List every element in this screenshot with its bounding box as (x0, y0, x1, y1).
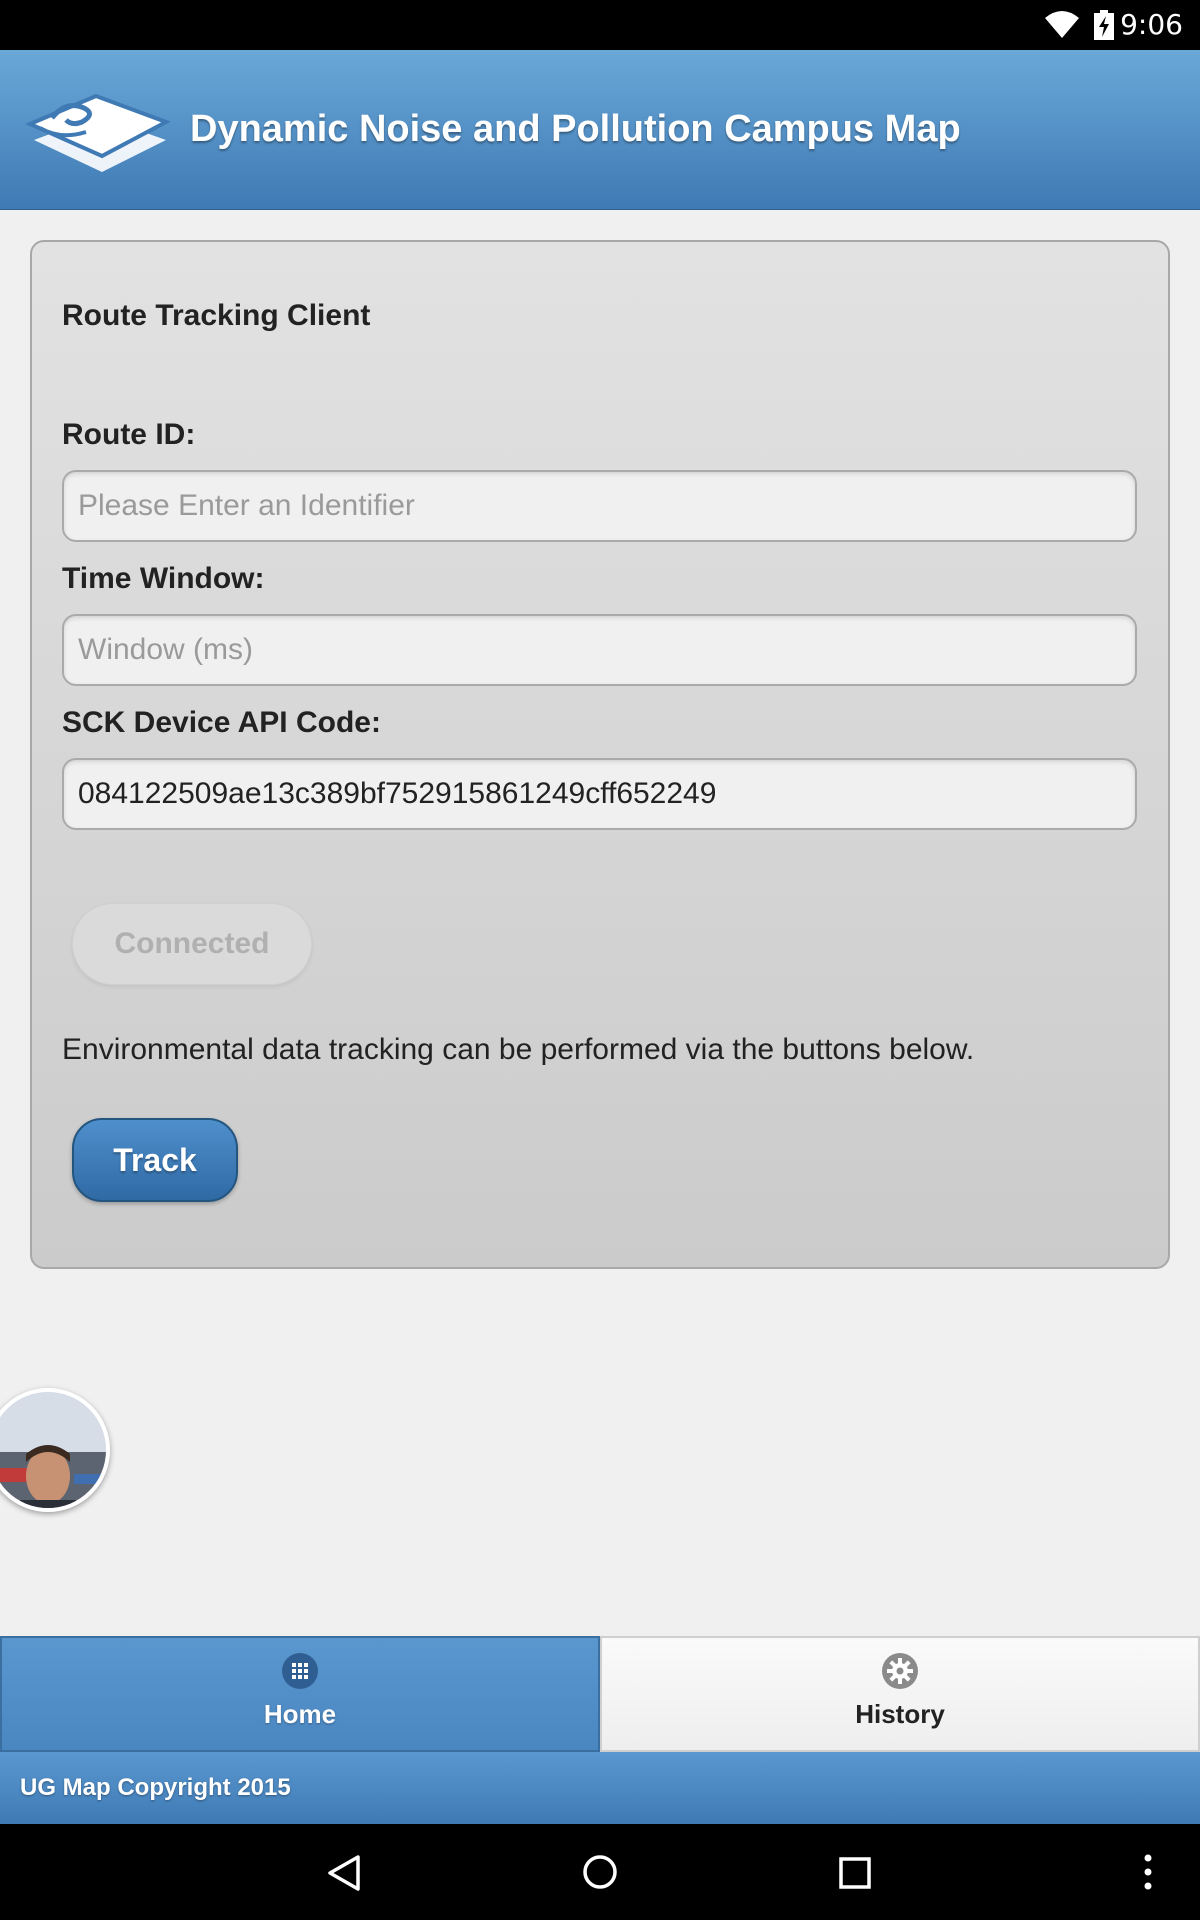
overflow-menu-icon[interactable] (1140, 1852, 1156, 1892)
home-circle-icon[interactable] (582, 1854, 618, 1890)
time-window-input[interactable] (62, 614, 1137, 686)
tab-home[interactable]: Home (0, 1636, 600, 1752)
gear-icon (882, 1653, 918, 1689)
battery-charging-icon (1094, 10, 1114, 40)
status-bar: 9:06 (0, 0, 1200, 50)
back-icon[interactable] (326, 1854, 362, 1892)
footer: UG Map Copyright 2015 (0, 1752, 1200, 1824)
route-id-label: Route ID: (62, 418, 196, 451)
connected-button[interactable]: Connected (72, 903, 312, 985)
app-logo-icon (26, 93, 171, 172)
route-tracking-card (30, 240, 1170, 1269)
api-code-label: SCK Device API Code: (62, 706, 381, 739)
tab-history[interactable]: History (600, 1636, 1200, 1752)
route-id-input[interactable] (62, 470, 1137, 542)
user-photo-icon (0, 1392, 106, 1508)
track-button[interactable]: Track (72, 1118, 238, 1202)
recents-icon[interactable] (838, 1856, 872, 1890)
time-window-label: Time Window: (62, 562, 265, 595)
card-title: Route Tracking Client (62, 299, 371, 332)
app-header: Dynamic Noise and Pollution Campus Map (0, 50, 1200, 210)
copyright-text: UG Map Copyright 2015 (20, 1774, 291, 1801)
bottom-navbar: Home History (0, 1636, 1200, 1752)
avatar[interactable] (0, 1388, 110, 1512)
tab-history-label: History (855, 1699, 945, 1729)
tab-home-label: Home (263, 1699, 337, 1729)
info-text: Environmental data tracking can be perfo… (62, 1033, 975, 1066)
wifi-icon (1045, 11, 1079, 38)
clock: 9:06 (1120, 8, 1183, 41)
api-code-input[interactable] (62, 758, 1137, 830)
grid-icon (282, 1653, 318, 1689)
app-title: Dynamic Noise and Pollution Campus Map (190, 108, 961, 150)
system-navigation-bar (0, 1824, 1200, 1920)
